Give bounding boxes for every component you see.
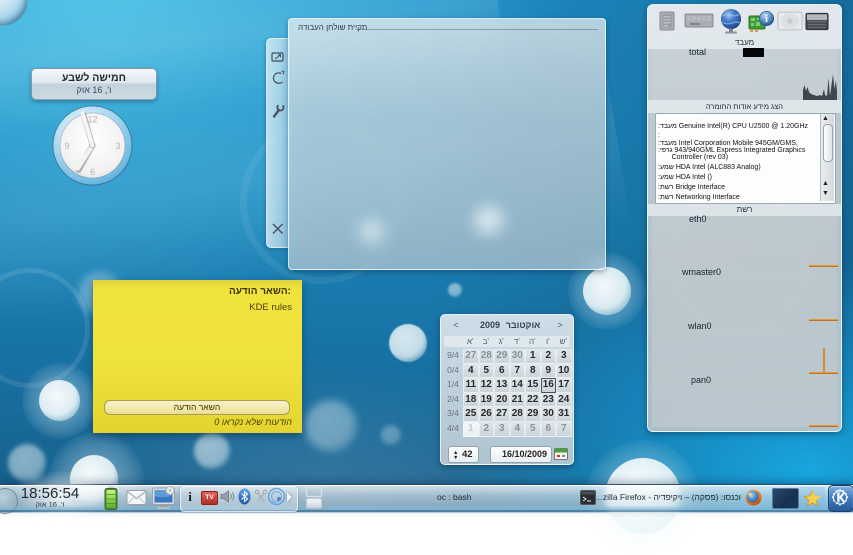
svg-text:i: i [765,14,768,25]
svg-text:12: 12 [87,115,97,125]
svg-text:3: 3 [115,141,120,151]
svg-text:6: 6 [90,167,95,177]
svg-text:9: 9 [64,141,69,151]
